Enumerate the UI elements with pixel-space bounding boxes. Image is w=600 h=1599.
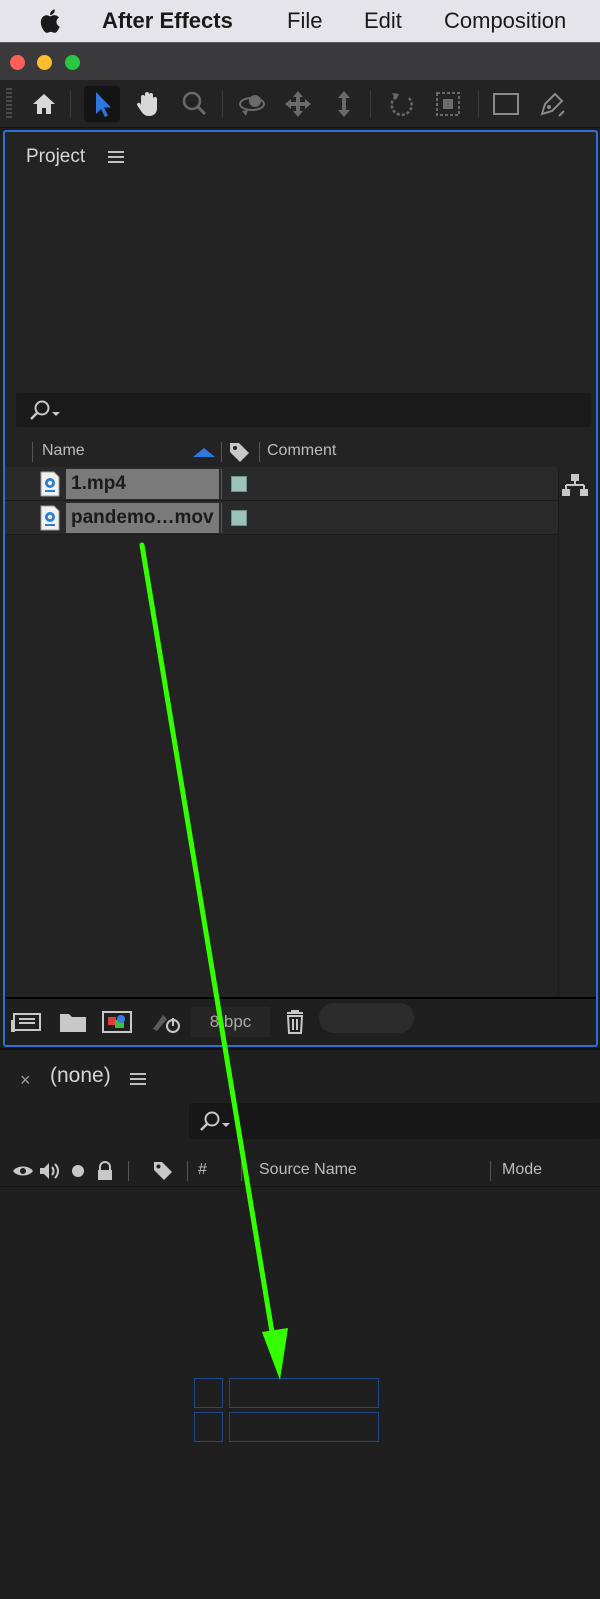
project-item-name[interactable]: 1.mp4 (66, 469, 219, 499)
interpret-footage-icon[interactable] (10, 1007, 44, 1037)
menu-bar: After Effects File Edit Composition (0, 0, 600, 42)
column-source-name[interactable]: Source Name (259, 1161, 357, 1179)
empty-layer-placeholder (194, 1412, 223, 1442)
column-name[interactable]: Name (42, 442, 85, 460)
search-icon[interactable] (198, 1109, 232, 1133)
menu-composition[interactable]: Composition (444, 8, 566, 34)
menu-file[interactable]: File (287, 8, 322, 34)
rotation-tool-icon[interactable] (384, 86, 420, 122)
dolly-camera-icon[interactable] (326, 86, 362, 122)
toolbar-separator (70, 90, 71, 118)
eye-icon[interactable] (12, 1160, 34, 1182)
orbit-camera-icon[interactable] (234, 86, 270, 122)
panel-menu-icon[interactable] (108, 151, 124, 163)
toolbar-separator (222, 90, 223, 118)
toolbar-separator (478, 90, 479, 118)
panel-menu-icon[interactable] (130, 1073, 146, 1085)
project-item-row[interactable]: pandemo…mov (5, 501, 558, 535)
minimize-window-button[interactable] (37, 55, 52, 70)
sort-ascending-icon[interactable] (193, 448, 215, 457)
column-divider[interactable] (490, 1161, 491, 1181)
column-divider[interactable] (221, 442, 222, 462)
apple-logo-icon[interactable] (38, 6, 64, 36)
label-color-swatch[interactable] (231, 510, 247, 526)
project-panel-title[interactable]: Project (26, 146, 85, 168)
new-folder-icon[interactable] (56, 1007, 90, 1037)
solo-icon[interactable] (67, 1160, 89, 1182)
row-divider (221, 469, 222, 499)
lock-icon[interactable] (94, 1160, 116, 1182)
project-bottom-bar: 8 bpc (5, 997, 596, 1045)
column-divider[interactable] (259, 442, 260, 462)
project-column-header: Name Comment (5, 437, 596, 467)
pen-tool-icon[interactable] (534, 86, 570, 122)
close-window-button[interactable] (10, 55, 25, 70)
column-divider[interactable] (32, 442, 33, 462)
empty-layer-placeholder (194, 1378, 223, 1408)
toolbar-separator (370, 90, 371, 118)
new-composition-icon[interactable] (100, 1007, 134, 1037)
layer-column-header: # Source Name Mode (0, 1155, 600, 1187)
empty-layer-placeholder (229, 1378, 379, 1408)
render-icon[interactable] (149, 1007, 183, 1037)
window-titlebar (0, 42, 600, 80)
zoom-tool-icon[interactable] (176, 86, 212, 122)
column-number[interactable]: # (198, 1161, 207, 1179)
column-divider[interactable] (187, 1161, 188, 1181)
tools-toolbar (0, 80, 600, 128)
rectangle-tool-icon[interactable] (488, 86, 524, 122)
pan-camera-icon[interactable] (280, 86, 316, 122)
column-divider[interactable] (241, 1161, 242, 1181)
selection-tool-icon[interactable] (84, 86, 120, 122)
video-file-icon (40, 471, 60, 497)
audio-icon[interactable] (38, 1160, 60, 1182)
toolbar-grip[interactable] (6, 88, 12, 120)
menu-edit[interactable]: Edit (364, 8, 402, 34)
trash-icon[interactable] (278, 1007, 312, 1037)
label-color-swatch[interactable] (231, 476, 247, 492)
column-comment[interactable]: Comment (267, 442, 336, 460)
label-tag-icon[interactable] (227, 440, 251, 464)
project-item-name[interactable]: pandemo…mov (66, 503, 219, 533)
empty-layer-placeholder (229, 1412, 379, 1442)
close-panel-button[interactable]: × (20, 1070, 31, 1091)
hand-tool-icon[interactable] (130, 86, 166, 122)
project-panel: Project Name Comment 1.mp4 pandemo…mov 8… (3, 130, 598, 1047)
project-search-input[interactable] (16, 393, 591, 427)
label-tag-icon[interactable] (152, 1160, 174, 1182)
video-file-icon (40, 505, 60, 531)
timeline-title[interactable]: (none) (50, 1064, 111, 1088)
timeline-search-input[interactable] (189, 1103, 600, 1139)
column-mode[interactable]: Mode (502, 1161, 542, 1179)
home-icon[interactable] (26, 86, 62, 122)
row-divider (221, 503, 222, 533)
pan-behind-icon[interactable] (430, 86, 466, 122)
flowchart-icon[interactable] (560, 470, 590, 500)
project-item-row[interactable]: 1.mp4 (5, 467, 558, 501)
timeline-panel: × (none) # Source Name Mode (0, 1048, 600, 1599)
bit-depth-button[interactable]: 8 bpc (191, 1007, 270, 1037)
search-icon[interactable] (28, 398, 62, 422)
thumbnail-scrollbar[interactable] (319, 1003, 414, 1033)
column-separator (558, 467, 559, 997)
menu-app-name[interactable]: After Effects (102, 8, 233, 34)
column-divider[interactable] (128, 1161, 129, 1181)
zoom-window-button[interactable] (65, 55, 80, 70)
